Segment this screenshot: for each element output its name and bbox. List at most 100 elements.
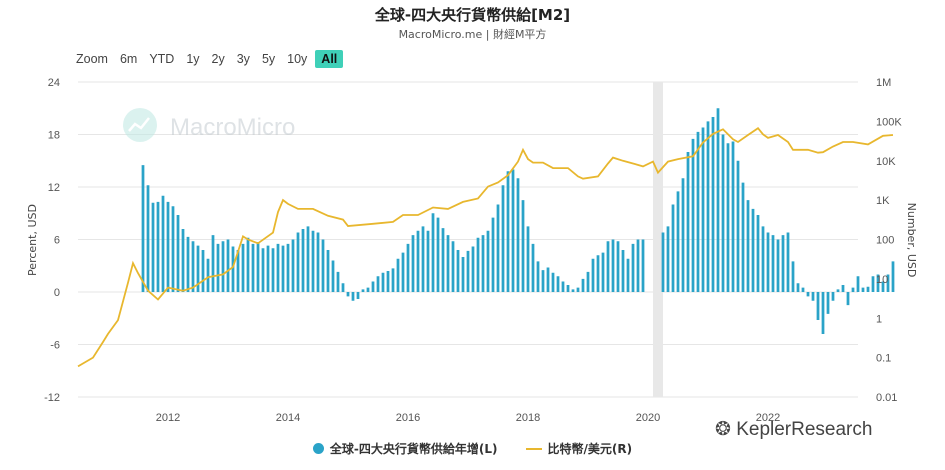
bar xyxy=(836,289,840,293)
bar xyxy=(166,201,170,293)
bar xyxy=(281,245,285,292)
bar xyxy=(316,232,320,292)
right-tick-label: 1K xyxy=(876,195,890,207)
right-tick-label: 1 xyxy=(876,313,882,325)
bar xyxy=(311,230,315,292)
x-tick-label: 2012 xyxy=(156,412,180,424)
bar xyxy=(461,257,465,292)
right-axis-ticks: 1M 100K 10K 1K 100 10 1 0.1 0.01 xyxy=(876,77,902,404)
bars-series xyxy=(141,108,895,334)
bar xyxy=(221,241,225,292)
bar xyxy=(161,195,165,292)
x-tick-label: 2016 xyxy=(396,412,420,424)
bar xyxy=(386,271,390,292)
bar xyxy=(351,292,355,301)
bar xyxy=(686,152,690,292)
legend-item-bars[interactable]: 全球-四大央行貨幣供給年增(L) xyxy=(312,440,498,457)
right-axis-title: Number, USD xyxy=(905,203,918,278)
bar xyxy=(341,283,345,292)
bar xyxy=(696,131,700,293)
right-tick-label: 100K xyxy=(876,116,902,128)
bar xyxy=(411,235,415,293)
bar xyxy=(226,239,230,292)
legend-bars-label: 全球-四大央行貨幣供給年增(L) xyxy=(329,442,498,456)
bar xyxy=(376,276,380,292)
bar xyxy=(431,213,435,292)
bar xyxy=(286,243,290,292)
bar xyxy=(416,230,420,292)
left-tick-label: 6 xyxy=(54,235,60,247)
bar xyxy=(306,226,310,293)
bar xyxy=(551,272,555,292)
bar xyxy=(396,258,400,292)
bar xyxy=(731,141,735,292)
corner-watermark: ❂ KeplerResearch xyxy=(715,418,872,441)
bar xyxy=(756,215,760,292)
legend-item-line[interactable]: 比特幣/美元(R) xyxy=(525,440,633,457)
macromicro-watermark: MacroMicro xyxy=(123,108,295,142)
bar xyxy=(806,292,810,297)
bar xyxy=(826,292,830,314)
bar xyxy=(256,242,260,293)
legend: 全球-四大央行貨幣供給年增(L) 比特幣/美元(R) xyxy=(0,440,945,457)
bar xyxy=(741,182,745,293)
bar xyxy=(721,134,725,292)
bar xyxy=(636,239,640,292)
bar xyxy=(841,285,845,292)
bar xyxy=(616,241,620,292)
bar xyxy=(526,226,530,293)
bar xyxy=(491,217,495,293)
bar xyxy=(451,241,455,292)
bar xyxy=(481,235,485,293)
bar xyxy=(606,241,610,292)
bar xyxy=(241,243,245,292)
bar xyxy=(456,250,460,292)
bar xyxy=(701,127,705,292)
bar xyxy=(391,268,395,293)
bar xyxy=(796,283,800,292)
bar xyxy=(586,271,590,293)
bar xyxy=(711,117,715,292)
bar xyxy=(406,243,410,292)
bar xyxy=(291,239,295,292)
bar xyxy=(356,292,360,299)
bar xyxy=(466,250,470,293)
bar xyxy=(781,235,785,293)
bar xyxy=(626,258,630,292)
bar xyxy=(576,287,580,293)
bar xyxy=(561,281,565,292)
wechat-icon: ❂ xyxy=(715,419,731,440)
x-axis-ticks: 2012 2014 2016 2018 2020 2022 xyxy=(156,412,780,424)
watermark-brand: MacroMicro xyxy=(170,114,295,141)
bar xyxy=(726,143,730,292)
bar xyxy=(856,276,860,292)
left-tick-label: 0 xyxy=(54,287,60,299)
bar xyxy=(746,200,750,293)
bar xyxy=(766,232,770,292)
bar xyxy=(541,270,545,293)
bar xyxy=(861,287,865,293)
bar xyxy=(271,248,275,292)
bar xyxy=(891,261,895,293)
bar xyxy=(671,204,675,292)
bar xyxy=(501,185,505,292)
bar xyxy=(536,261,540,293)
right-tick-label: 0.01 xyxy=(876,392,897,404)
left-tick-label: -12 xyxy=(44,392,60,404)
bar xyxy=(141,165,145,293)
legend-line-label: 比特幣/美元(R) xyxy=(547,442,633,456)
bar xyxy=(346,292,350,297)
bar xyxy=(441,228,445,293)
bar xyxy=(821,292,825,334)
bar xyxy=(326,250,330,292)
bar xyxy=(436,217,440,293)
bar xyxy=(666,226,670,293)
right-tick-label: 1M xyxy=(876,77,891,89)
bar xyxy=(446,235,450,293)
bar xyxy=(516,178,520,292)
bar xyxy=(531,243,535,292)
chart-canvas: MacroMicro 24181260-6-12 1M100K10K1K1001… xyxy=(26,77,918,424)
bar xyxy=(676,191,680,293)
bar xyxy=(156,201,160,293)
bar xyxy=(691,138,695,293)
